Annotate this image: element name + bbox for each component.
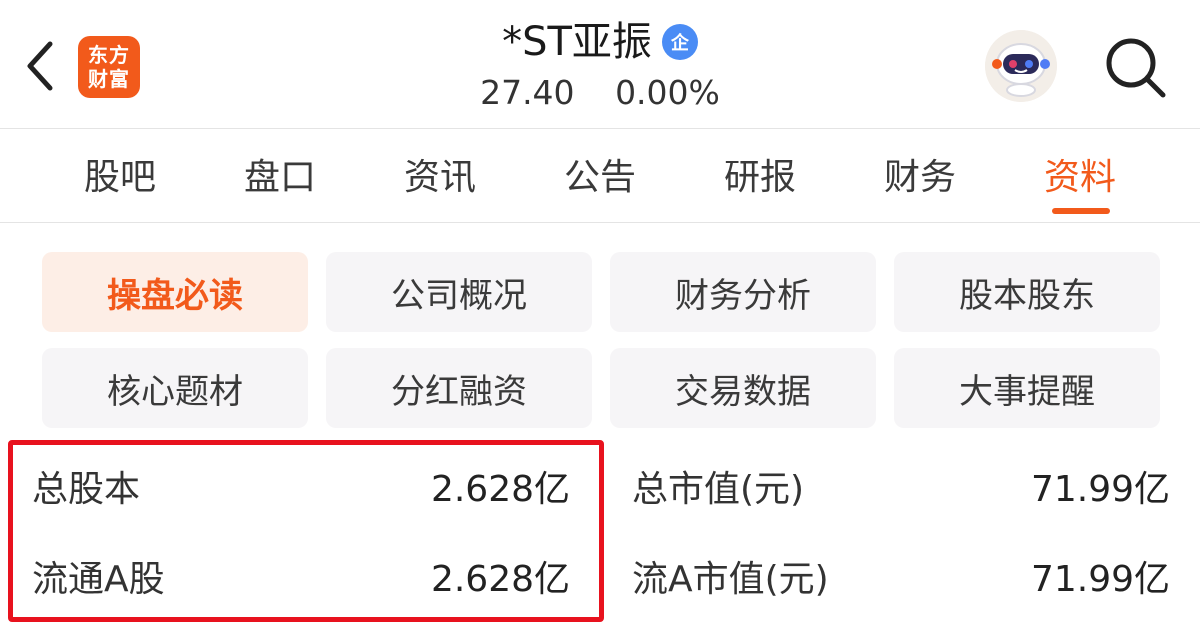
section-trading-data[interactable]: 交易数据 bbox=[610, 348, 876, 428]
robot-avatar-icon bbox=[985, 30, 1057, 102]
assistant-avatar[interactable] bbox=[985, 30, 1057, 102]
tab-news[interactable]: 资讯 bbox=[360, 130, 520, 222]
stock-change-pct: 0.00% bbox=[615, 73, 720, 112]
search-button[interactable] bbox=[1100, 32, 1170, 102]
stock-title-row: *ST亚振 企 bbox=[502, 14, 698, 70]
top-header: 东方 财富 *ST亚振 企 27.40 0.00% bbox=[0, 0, 1200, 128]
section-dividends-financing[interactable]: 分红融资 bbox=[326, 348, 592, 428]
total-market-cap-value: 71.99亿 bbox=[1030, 469, 1170, 510]
highlight-annotation-box bbox=[8, 440, 604, 622]
search-icon bbox=[1106, 38, 1166, 98]
tab-announcements[interactable]: 公告 bbox=[520, 130, 680, 222]
section-financial-analysis[interactable]: 财务分析 bbox=[610, 252, 876, 332]
header-divider bbox=[0, 128, 1200, 129]
stock-profile-screen: 东方 财富 *ST亚振 企 27.40 0.00% 股吧 盘口 资讯 公告 研报… bbox=[0, 0, 1200, 628]
total-market-cap-label: 总市值(元) bbox=[632, 469, 805, 510]
tabs-divider bbox=[0, 222, 1200, 223]
float-a-market-cap-label: 流A市值(元) bbox=[632, 559, 829, 600]
stock-name: *ST亚振 bbox=[502, 19, 652, 65]
tab-guba[interactable]: 股吧 bbox=[40, 130, 200, 222]
section-shares-shareholders[interactable]: 股本股东 bbox=[894, 252, 1160, 332]
tab-pankou[interactable]: 盘口 bbox=[200, 130, 360, 222]
active-tab-indicator bbox=[1052, 208, 1110, 214]
section-major-events[interactable]: 大事提醒 bbox=[894, 348, 1160, 428]
section-trading-essentials[interactable]: 操盘必读 bbox=[42, 252, 308, 332]
tab-research[interactable]: 研报 bbox=[680, 130, 840, 222]
section-core-themes[interactable]: 核心题材 bbox=[42, 348, 308, 428]
enterprise-cert-badge: 企 bbox=[661, 24, 698, 60]
stock-price: 27.40 bbox=[480, 73, 575, 112]
section-company-overview[interactable]: 公司概况 bbox=[326, 252, 592, 332]
main-tabs: 股吧 盘口 资讯 公告 研报 财务 资料 bbox=[0, 130, 1200, 222]
tab-finance[interactable]: 财务 bbox=[840, 130, 1000, 222]
float-a-market-cap-value: 71.99亿 bbox=[1030, 559, 1170, 600]
